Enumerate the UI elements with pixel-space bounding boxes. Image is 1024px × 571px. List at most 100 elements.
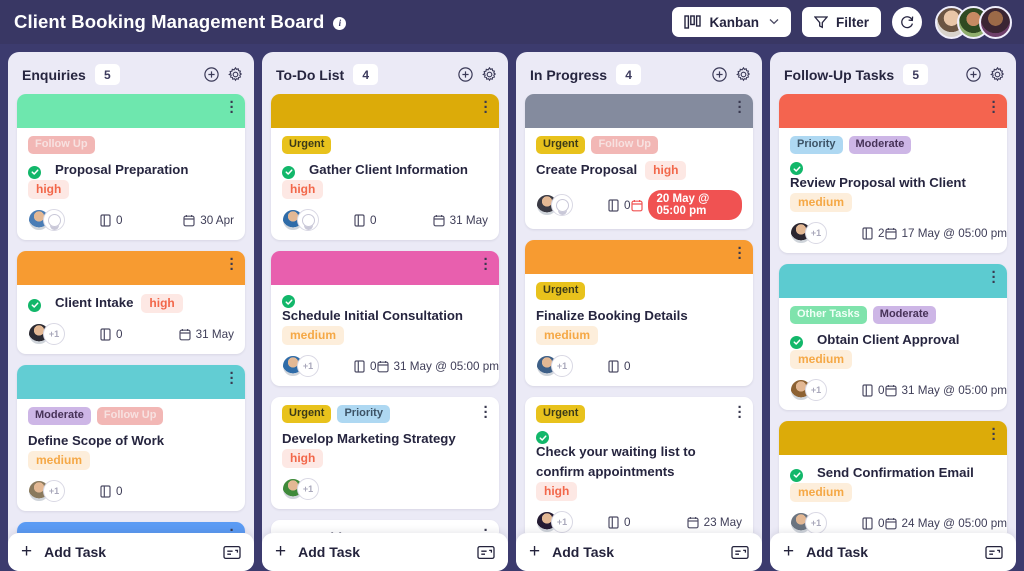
task-card[interactable]: · · · Urgent Priority Develop Marketing Strat… xyxy=(271,397,499,509)
check-circle-icon[interactable] xyxy=(28,298,41,312)
avatar[interactable] xyxy=(979,5,1012,39)
kebab-menu-icon[interactable]: ··· xyxy=(480,95,492,120)
task-card[interactable]: · · · Moderate Follow Up Define Scope of Work… xyxy=(17,365,245,511)
kebab-menu-icon[interactable]: ··· xyxy=(988,265,1000,290)
card-assignees[interactable]: +1 xyxy=(790,512,862,533)
column-title: Follow-Up Tasks xyxy=(784,66,895,83)
task-card[interactable]: · · · Client Intake high +1 0 31 May xyxy=(17,251,245,354)
kebab-menu-icon[interactable]: ··· xyxy=(988,422,1000,447)
kebab-menu-icon[interactable]: ··· xyxy=(734,95,746,120)
card-assignees[interactable]: +1 xyxy=(790,222,862,244)
tag[interactable]: Urgent xyxy=(282,136,332,154)
kebab-menu-icon[interactable]: ··· xyxy=(480,400,492,425)
task-card[interactable]: ···Priority xyxy=(17,522,245,533)
tag[interactable]: Urgent xyxy=(282,405,332,423)
assignee-overflow[interactable]: +1 xyxy=(551,511,573,533)
member-avatars[interactable] xyxy=(935,5,1012,39)
info-icon[interactable]: i xyxy=(333,16,347,30)
add-task-bar[interactable]: + Add Task xyxy=(770,533,1016,571)
card-assignees[interactable]: +1 xyxy=(536,511,608,533)
check-circle-icon[interactable] xyxy=(790,162,803,175)
tag[interactable]: Urgent xyxy=(536,405,586,423)
gear-icon[interactable] xyxy=(482,67,497,82)
kebab-menu-icon[interactable]: ··· xyxy=(480,252,492,277)
check-circle-icon[interactable] xyxy=(536,431,549,444)
tag[interactable]: Priority xyxy=(790,136,843,154)
task-card[interactable]: · · · Send Confirmation Email medium +1 0 24 Ma… xyxy=(779,421,1007,533)
check-circle-icon[interactable] xyxy=(790,468,803,482)
card-assignees[interactable] xyxy=(28,209,100,231)
card-assignees[interactable] xyxy=(282,209,354,231)
card-assignees[interactable]: +1 xyxy=(28,323,100,345)
card-assignees[interactable]: +1 xyxy=(28,480,100,502)
tag[interactable]: Moderate xyxy=(28,407,91,425)
filter-button[interactable]: Filter xyxy=(801,7,881,37)
check-circle-icon[interactable] xyxy=(790,335,803,349)
card-footer: +1 0 31 May @ 05:00 pm xyxy=(790,379,1007,401)
assignee-placeholder-icon[interactable] xyxy=(297,209,319,231)
tag[interactable]: Follow Up xyxy=(96,407,164,425)
check-circle-icon[interactable] xyxy=(28,165,41,179)
task-card[interactable]: · · · Other Tasks Moderate Obtain Client Appr… xyxy=(779,264,1007,410)
add-card-icon[interactable] xyxy=(712,67,727,82)
gear-icon[interactable] xyxy=(990,67,1005,82)
task-card[interactable]: · · · Urgent Follow Up Create Proposal high 0 20… xyxy=(525,94,753,229)
check-circle-icon[interactable] xyxy=(282,295,295,308)
task-card[interactable]: · · · Urgent Finalize Booking Details medium +… xyxy=(525,240,753,386)
tag[interactable]: Urgent xyxy=(536,136,586,154)
refresh-button[interactable] xyxy=(892,7,922,37)
kanban-icon xyxy=(684,15,702,29)
task-card[interactable]: ···Copywriting xyxy=(271,520,499,533)
card-assignees[interactable]: +1 xyxy=(282,478,354,500)
tag[interactable]: Moderate xyxy=(872,306,936,324)
view-selector[interactable]: Kanban xyxy=(672,7,791,37)
assignee-overflow[interactable]: +1 xyxy=(43,323,65,345)
gear-icon[interactable] xyxy=(736,67,751,82)
task-card[interactable]: · · · Urgent Gather Client Information high 0 3… xyxy=(271,94,499,240)
check-circle-icon[interactable] xyxy=(282,165,295,179)
priority-badge: high xyxy=(282,449,324,468)
add-card-icon[interactable] xyxy=(966,67,981,82)
assignee-placeholder-icon[interactable] xyxy=(551,194,573,216)
tag[interactable]: Priority xyxy=(337,405,390,423)
card-assignees[interactable] xyxy=(536,194,608,216)
tag[interactable]: Follow Up xyxy=(28,136,95,154)
assignee-overflow[interactable]: +1 xyxy=(805,222,827,244)
assignee-overflow[interactable]: +1 xyxy=(805,512,827,533)
assignee-overflow[interactable]: +1 xyxy=(43,480,65,502)
tag[interactable]: Moderate xyxy=(848,136,912,154)
add-task-bar[interactable]: + Add Task xyxy=(262,533,508,571)
card-assignees[interactable]: +1 xyxy=(282,355,354,377)
tag[interactable]: Other Tasks xyxy=(790,306,867,324)
kebab-menu-icon[interactable]: ··· xyxy=(226,366,238,391)
kebab-menu-icon[interactable]: ··· xyxy=(226,95,238,120)
attachment-icon xyxy=(862,516,873,530)
tag[interactable]: Follow Up xyxy=(591,136,658,154)
kebab-menu-icon[interactable]: ··· xyxy=(734,241,746,266)
card-template-icon[interactable] xyxy=(477,545,495,560)
card-footer: +1 0 23 May xyxy=(536,511,742,533)
tag[interactable]: Urgent xyxy=(536,282,586,300)
card-assignees[interactable]: +1 xyxy=(790,379,862,401)
assignee-overflow[interactable]: +1 xyxy=(297,355,319,377)
card-assignees[interactable]: +1 xyxy=(536,355,608,377)
task-card[interactable]: · · · Urgent Check your waiting list to conf… xyxy=(525,397,753,533)
gear-icon[interactable] xyxy=(228,67,243,82)
assignee-overflow[interactable]: +1 xyxy=(805,379,827,401)
assignee-overflow[interactable]: +1 xyxy=(297,478,319,500)
card-template-icon[interactable] xyxy=(985,545,1003,560)
kebab-menu-icon[interactable]: ··· xyxy=(226,252,238,277)
add-task-bar[interactable]: + Add Task xyxy=(516,533,762,571)
task-card[interactable]: · · · Follow Up Proposal Preparation high 0 30 … xyxy=(17,94,245,240)
assignee-overflow[interactable]: +1 xyxy=(551,355,573,377)
card-template-icon[interactable] xyxy=(223,545,241,560)
kebab-menu-icon[interactable]: ··· xyxy=(734,400,746,425)
add-task-bar[interactable]: + Add Task xyxy=(8,533,254,571)
add-card-icon[interactable] xyxy=(458,67,473,82)
card-template-icon[interactable] xyxy=(731,545,749,560)
add-card-icon[interactable] xyxy=(204,67,219,82)
task-card[interactable]: · · · Priority Moderate Review Proposal with … xyxy=(779,94,1007,253)
assignee-placeholder-icon[interactable] xyxy=(43,209,65,231)
task-card[interactable]: · · · Schedule Initial Consultation medium +1… xyxy=(271,251,499,386)
kebab-menu-icon[interactable]: ··· xyxy=(988,95,1000,120)
